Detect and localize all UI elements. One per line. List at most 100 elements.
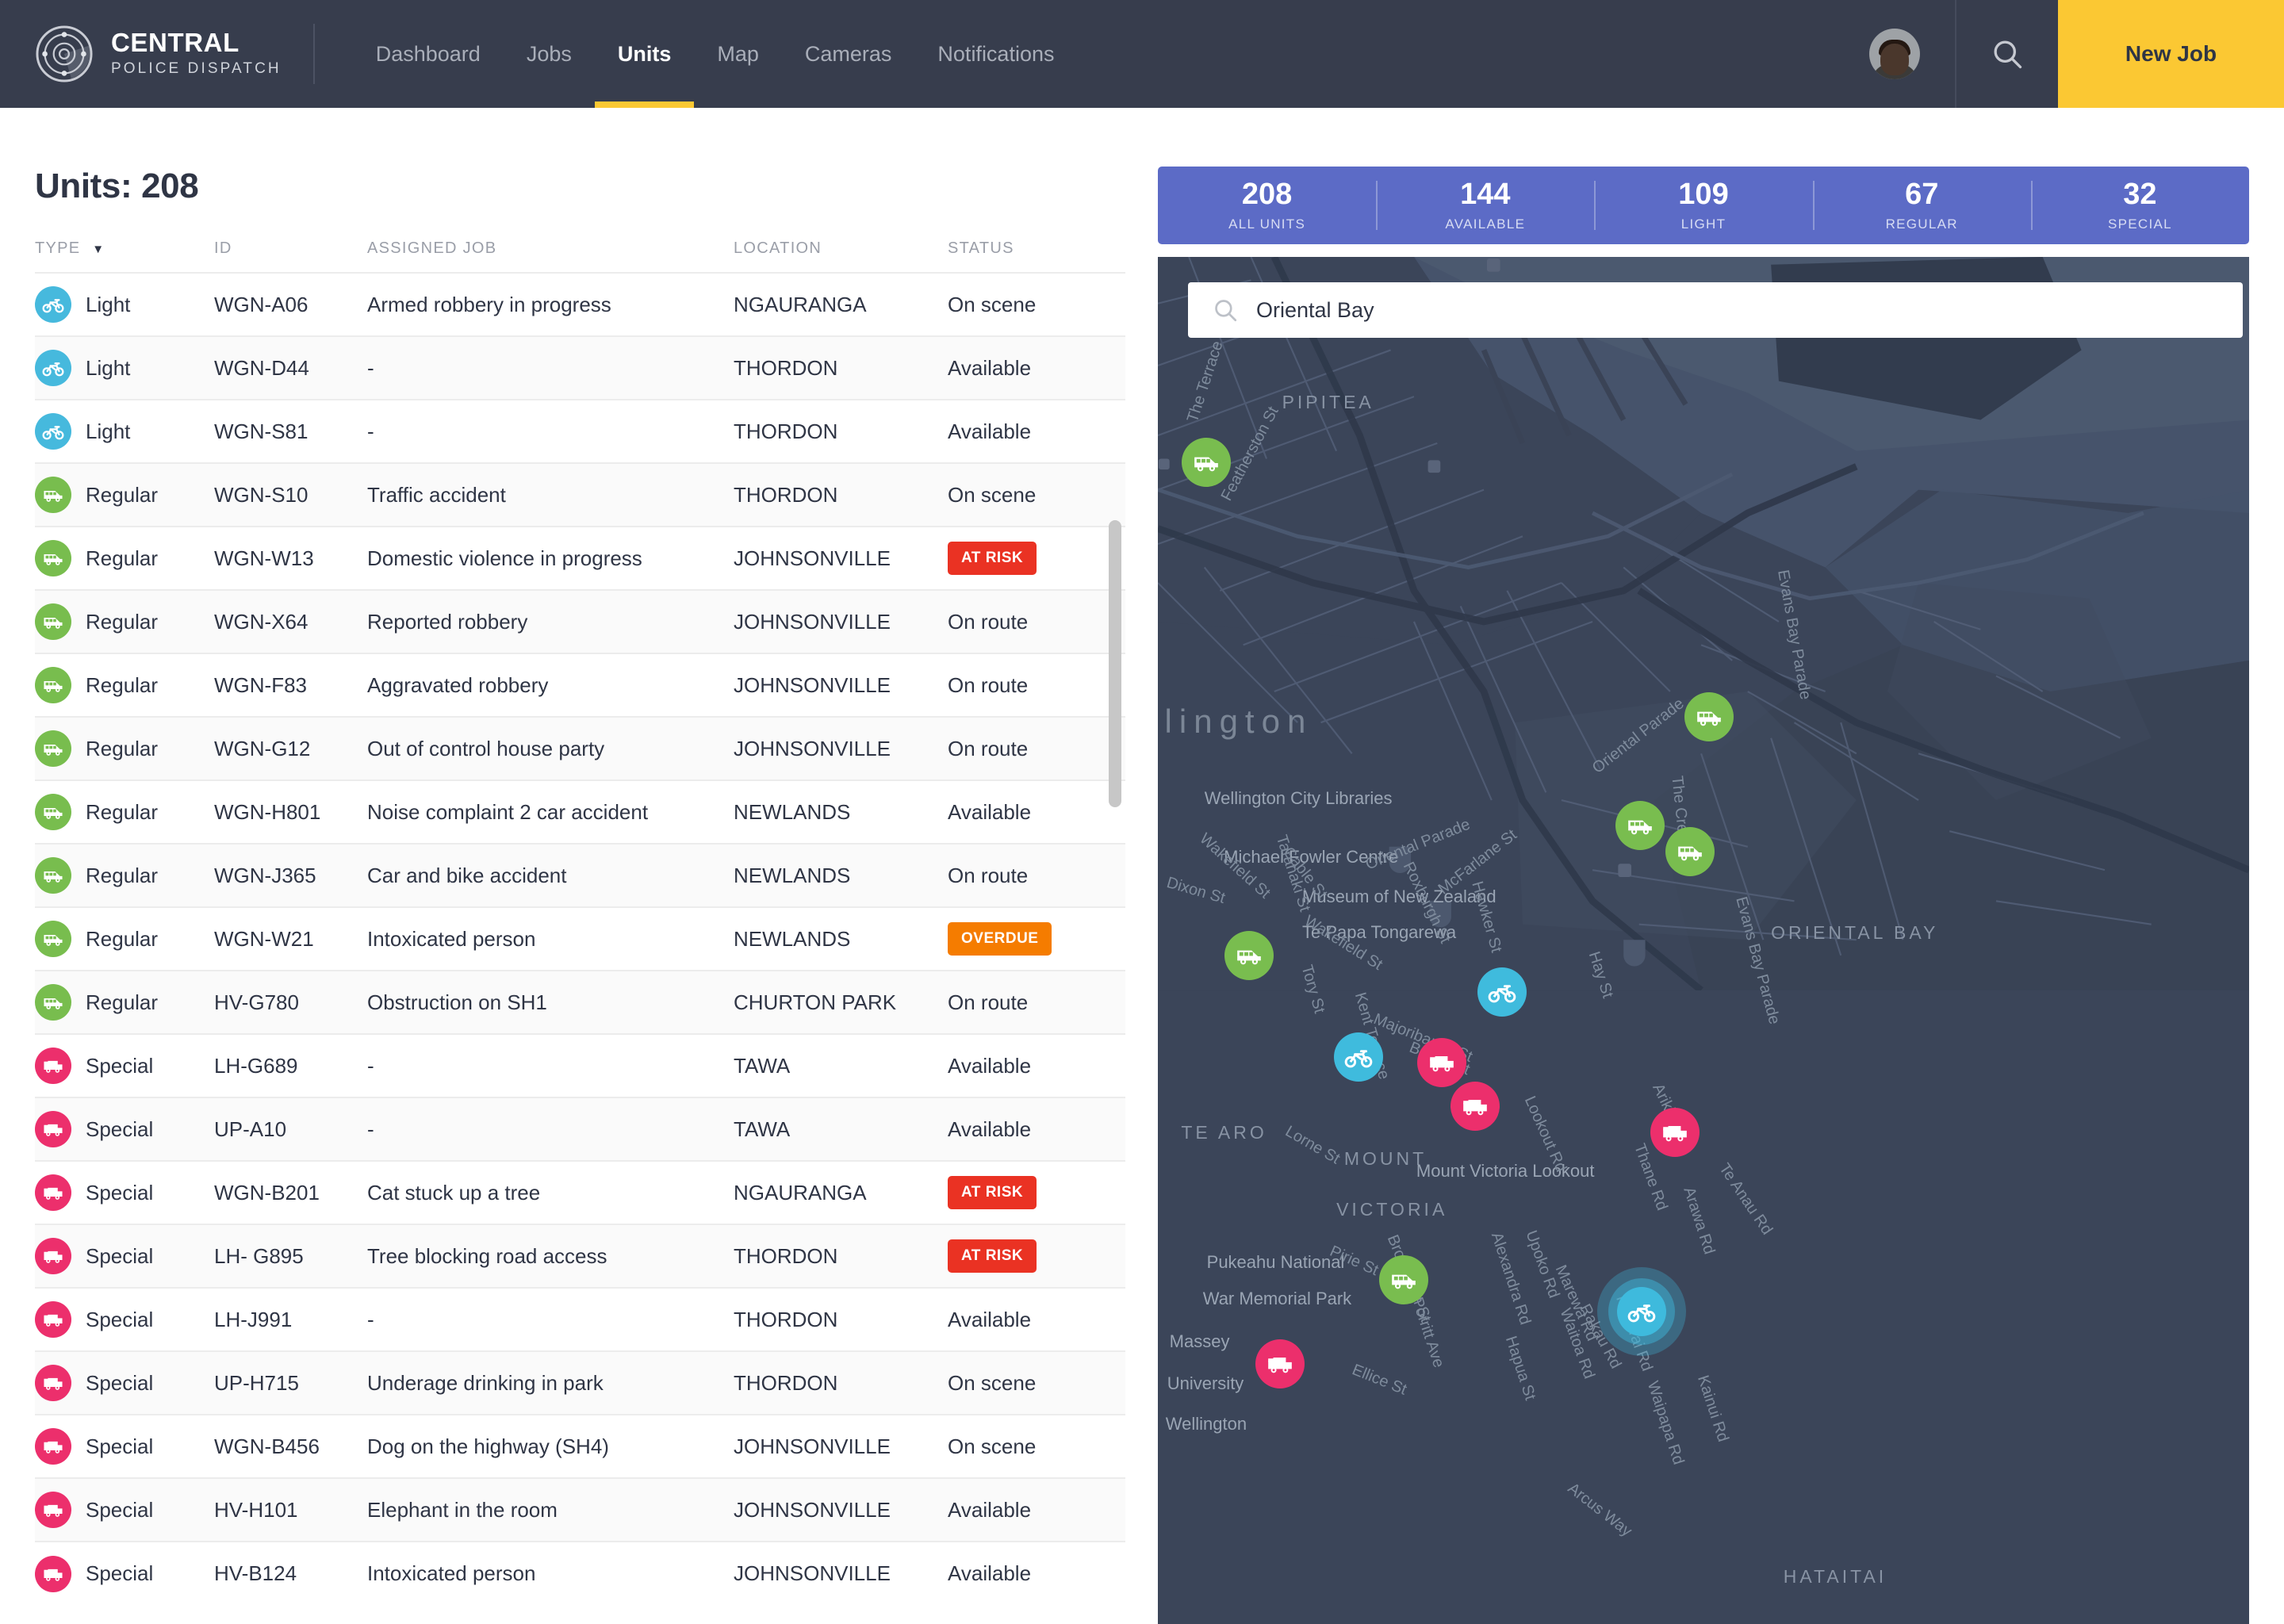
column-header-type[interactable]: TYPE ▼ [35, 239, 214, 273]
units-table-scrollbar[interactable] [1109, 520, 1121, 807]
cell-id: WGN-H801 [214, 779, 367, 844]
table-row[interactable]: Regular WGN-J365 Car and bike accident NEWL… [35, 843, 1125, 907]
truck-icon [1430, 1056, 1454, 1072]
status-badge: AT RISK [948, 1239, 1037, 1273]
map-unit-marker-regular[interactable] [1665, 826, 1715, 876]
unit-type-label: Special [86, 1307, 154, 1331]
table-row[interactable]: Special HV-H101 Elephant in the room JOHNSO… [35, 1477, 1125, 1542]
table-row[interactable]: Special LH- G895 Tree blocking road access… [35, 1224, 1125, 1288]
table-row[interactable]: Regular WGN-W21 Intoxicated person NEWLANDS… [35, 906, 1125, 971]
table-row[interactable]: Regular WGN-X64 Reported robbery JOHNSONVIL… [35, 589, 1125, 653]
units-map[interactable]: PIPITEA ORIENTAL BAY TE ARO MOUNT VICTORIA HA… [1158, 257, 2249, 1624]
van-icon [44, 808, 63, 819]
map-poi-label: Massey [1169, 1331, 1230, 1352]
cell-assigned-job: Obstruction on SH1 [367, 970, 734, 1034]
column-header-location[interactable]: LOCATION [734, 239, 948, 273]
map-search-bar[interactable] [1188, 282, 2243, 338]
unit-type-label: Light [86, 292, 131, 316]
table-row[interactable]: Regular WGN-G12 Out of control house party… [35, 716, 1125, 780]
map-unit-marker-regular[interactable] [1181, 438, 1231, 488]
map-search-input[interactable] [1256, 297, 2219, 323]
table-row[interactable]: Regular HV-G780 Obstruction on SH1 CHURTON … [35, 970, 1125, 1034]
table-row[interactable]: Special UP-A10- TAWA Available [35, 1097, 1125, 1161]
brand-logo-block[interactable]: CENTRAL POLICE DISPATCH [0, 0, 313, 108]
map-unit-marker-special[interactable] [1255, 1339, 1305, 1388]
nav-item-dashboard[interactable]: Dashboard [353, 0, 504, 108]
table-row[interactable]: Special UP-H715 Underage drinking in park T… [35, 1350, 1125, 1415]
cell-id: WGN-S10 [214, 462, 367, 527]
stat-special[interactable]: 32 SPECIAL [2030, 167, 2249, 244]
map-unit-marker-special[interactable] [1417, 1038, 1467, 1088]
nav-item-notifications[interactable]: Notifications [914, 0, 1077, 108]
table-row[interactable]: Special HV-B124 Intoxicated person JOHNSONV… [35, 1541, 1125, 1605]
stat-light[interactable]: 109 LIGHT [1594, 167, 1812, 244]
table-row[interactable]: Light WGN-A06 Armed robbery in progress NGA… [35, 272, 1125, 336]
map-unit-marker-light[interactable] [1596, 1266, 1686, 1356]
table-row[interactable]: Special LH-G689- TAWA Available [35, 1033, 1125, 1097]
new-job-button[interactable]: New Job [2058, 0, 2284, 108]
map-unit-marker-regular[interactable] [1684, 692, 1734, 742]
cell-status: Available [948, 1033, 1125, 1097]
unit-type-label: Regular [86, 799, 159, 824]
map-unit-marker-regular[interactable] [1224, 931, 1274, 981]
map-street-label: Waitoa Rd [1557, 1306, 1599, 1381]
unit-type-label: Regular [86, 609, 159, 634]
map-unit-marker-regular[interactable] [1379, 1254, 1429, 1304]
unit-type-icon [35, 1111, 71, 1147]
table-row[interactable]: Special WGN-B201 Cat stuck up a tree NGAURA… [35, 1160, 1125, 1224]
map-unit-marker-special[interactable] [1650, 1107, 1700, 1157]
cell-type: Regular [35, 589, 214, 653]
unit-type-icon [35, 350, 71, 386]
table-row[interactable]: Special LH-J991- THORDON Available [35, 1287, 1125, 1351]
column-header-id[interactable]: ID [214, 239, 367, 273]
unit-type-label: Regular [86, 926, 159, 951]
map-unit-marker-light[interactable] [1334, 1032, 1384, 1082]
stat-all-units[interactable]: 208 ALL UNITS [1158, 167, 1376, 244]
map-unit-marker-light[interactable] [1477, 967, 1527, 1017]
cell-assigned-job: - [367, 1287, 734, 1351]
cell-location: NEWLANDS [734, 906, 948, 971]
map-street-label: Waipapa Rd [1644, 1379, 1688, 1468]
nav-item-units[interactable]: Units [594, 0, 695, 108]
cell-id: WGN-W21 [214, 906, 367, 971]
status-text: Available [948, 1307, 1032, 1331]
table-row[interactable]: Special WGN-B456 Dog on the highway (SH4) J… [35, 1414, 1125, 1478]
stat-available[interactable]: 144 AVAILABLE [1376, 167, 1594, 244]
unit-type-label: Regular [86, 672, 159, 697]
cell-location: THORDON [734, 462, 948, 527]
radar-target-icon [36, 25, 93, 82]
unit-type-label: Special [86, 1243, 154, 1268]
motorcycle-icon [1488, 984, 1516, 1003]
cell-location: CHURTON PARK [734, 970, 948, 1034]
cell-status: On route [948, 970, 1125, 1034]
status-text: Available [948, 1116, 1032, 1141]
map-street-label: Marewa Rd [1551, 1262, 1601, 1344]
stat-regular[interactable]: 67 REGULAR [1812, 167, 2031, 244]
table-row[interactable]: Regular WGN-F83 Aggravated robbery JOHNSONV… [35, 653, 1125, 717]
units-table-body: Light WGN-A06 Armed robbery in progress NGA… [35, 272, 1125, 1605]
cell-assigned-job: - [367, 335, 734, 400]
column-header-status[interactable]: STATUS [948, 239, 1125, 273]
column-header-assigned-job[interactable]: ASSIGNED JOB [367, 239, 734, 273]
cell-type: Light [35, 272, 214, 336]
table-row[interactable]: Regular WGN-S10 Traffic accident THORDON On … [35, 462, 1125, 527]
cell-status: On scene [948, 462, 1125, 527]
status-text: On route [948, 990, 1029, 1014]
map-unit-marker-special[interactable] [1450, 1081, 1500, 1131]
cell-status: On route [948, 716, 1125, 780]
cell-id: WGN-D44 [214, 335, 367, 400]
table-row[interactable]: Regular WGN-H801 Noise complaint 2 car acc… [35, 779, 1125, 844]
nav-item-map[interactable]: Map [694, 0, 782, 108]
nav-item-jobs[interactable]: Jobs [504, 0, 595, 108]
cell-location: NGAURANGA [734, 272, 948, 336]
nav-item-cameras[interactable]: Cameras [782, 0, 915, 108]
map-street-label: Lookout Rd [1521, 1093, 1570, 1175]
user-avatar-button[interactable] [1834, 0, 1956, 108]
top-navigation-bar: CENTRAL POLICE DISPATCH Dashboard Jobs U… [0, 0, 2284, 108]
map-unit-marker-regular[interactable] [1615, 800, 1665, 850]
global-search-button[interactable] [1956, 0, 2058, 108]
table-row[interactable]: Regular WGN-W13 Domestic violence in progr… [35, 526, 1125, 590]
unit-type-label: Light [86, 355, 131, 380]
table-row[interactable]: Light WGN-D44- THORDON Available [35, 335, 1125, 400]
table-row[interactable]: Light WGN-S81- THORDON Available [35, 399, 1125, 463]
